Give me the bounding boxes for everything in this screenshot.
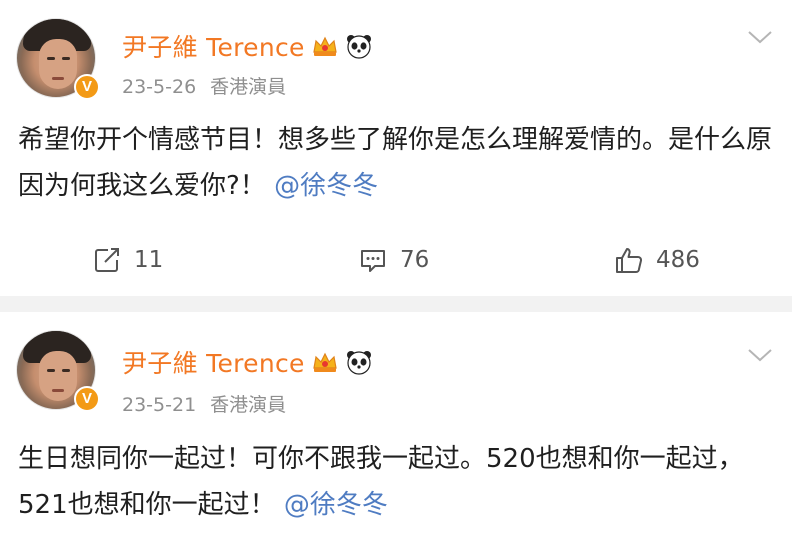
repost-button[interactable]: 11 (92, 236, 163, 284)
comment-icon (361, 250, 385, 272)
user-name-row: 尹子維 Terence (122, 28, 373, 64)
post-content: 希望你开个情感节目！想多些了解你是怎么理解爱情的。是什么原因为何我这么爱你?！ … (18, 117, 778, 209)
mention-link[interactable]: @徐冬冬 (274, 171, 378, 201)
mention-link[interactable]: @徐冬冬 (284, 490, 388, 520)
user-name-row: 尹子維 Terence (122, 344, 373, 380)
post-separator (0, 296, 792, 312)
post-date: 23-5-26 (122, 76, 197, 98)
post-date: 23-5-21 (122, 394, 197, 416)
post-meta: 23-5-26 香港演員 (122, 72, 286, 99)
post-text: 希望你开个情感节目！想多些了解你是怎么理解爱情的。是什么原因为何我这么爱你?！ (18, 125, 773, 201)
user-name[interactable]: 尹子維 Terence (122, 28, 305, 64)
chevron-down-icon[interactable] (746, 28, 774, 46)
repost-icon (95, 248, 119, 272)
post-source: 香港演員 (210, 394, 287, 416)
avatar[interactable]: V (16, 330, 100, 412)
post-content: 生日想同你一起过！可你不跟我一起过。520也想和你一起过，521也想和你一起过！… (18, 436, 778, 528)
weibo-post[interactable]: V 尹子維 Terence 23-5-26 香港演員 希望你开个情感节目！想多些了… (0, 0, 792, 296)
weibo-post[interactable]: V 尹子維 Terence 23-5-21 香港演員 生日想同你一起过！可你不跟我… (0, 312, 792, 536)
panda-icon (345, 32, 373, 60)
comment-button[interactable]: 76 (358, 236, 429, 284)
chevron-down-icon[interactable] (746, 346, 774, 364)
comment-count: 76 (400, 247, 430, 273)
panda-icon (345, 348, 373, 376)
verified-badge-icon: V (74, 386, 100, 412)
crown-icon (311, 348, 339, 376)
post-meta: 23-5-21 香港演員 (122, 390, 286, 417)
thumbs-up-icon (616, 248, 642, 273)
like-button[interactable]: 486 (614, 236, 700, 284)
post-actions: 11 76 486 (0, 236, 792, 284)
post-source: 香港演員 (210, 76, 287, 98)
avatar[interactable]: V (16, 18, 100, 100)
verified-badge-icon: V (74, 74, 100, 100)
repost-count: 11 (134, 247, 164, 273)
like-count: 486 (656, 247, 700, 273)
user-name[interactable]: 尹子維 Terence (122, 344, 305, 380)
crown-icon (311, 32, 339, 60)
